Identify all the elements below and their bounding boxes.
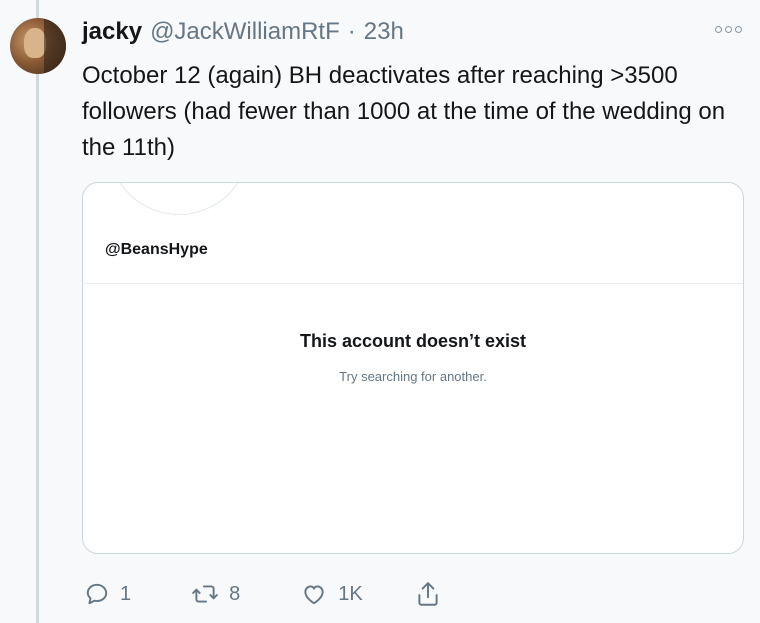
tweet-actions: 1 8 1K [84,578,441,610]
tweet-text: October 12 (again) BH deactivates after … [82,62,726,161]
like-button[interactable]: 1K [300,581,363,607]
reply-count: 1 [120,582,132,605]
avatar[interactable] [10,18,66,74]
like-count: 1K [338,582,363,605]
author-name[interactable]: jacky [82,18,142,46]
card-title: This account doesn’t exist [299,331,527,351]
tweet-header: jacky @JackWilliamRtF · 23h [82,18,404,52]
embedded-tweet-card[interactable]: @BeansHype This account doesn’t exist Tr… [82,182,744,554]
reply-icon [84,581,110,607]
retweet-button[interactable]: 8 [191,581,240,607]
thread-line [36,0,39,623]
card-handle: @BeansHype [105,241,208,258]
heart-icon [300,581,328,607]
retweet-count: 8 [229,582,241,605]
share-button[interactable] [415,580,441,608]
card-divider [83,283,743,284]
share-icon [415,580,441,608]
card-subtitle: Try searching for another. [339,369,487,384]
tweet-time[interactable]: 23h [364,18,404,46]
more-options-icon[interactable] [715,26,742,33]
author-handle[interactable]: @JackWilliamRtF [150,18,340,46]
card-avatar-placeholder [108,183,250,215]
reply-button[interactable]: 1 [84,581,131,607]
retweet-icon [191,581,219,607]
header-separator: · [347,18,356,45]
